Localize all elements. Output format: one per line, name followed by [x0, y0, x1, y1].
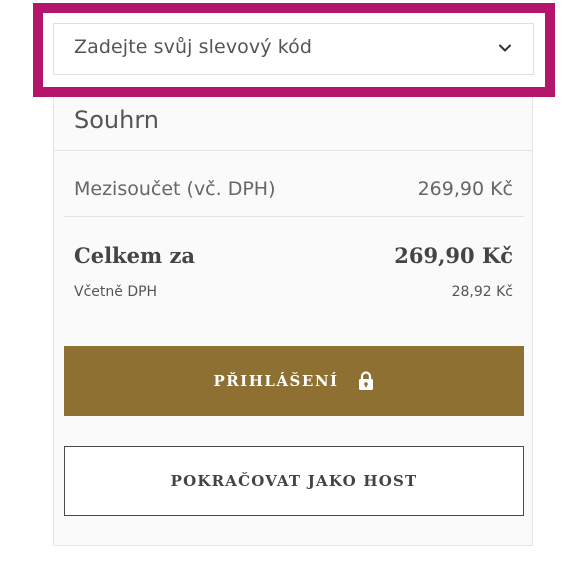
vat-value: 28,92 Kč	[451, 284, 513, 300]
subtotal-label: Mezisoučet (vč. DPH)	[74, 178, 276, 200]
discount-code-dropdown[interactable]: Zadejte svůj slevový kód	[53, 23, 534, 75]
continue-as-guest-button[interactable]: POKRAČOVAT JAKO HOST	[64, 446, 524, 516]
continue-as-guest-label: POKRAČOVAT JAKO HOST	[170, 472, 418, 490]
login-button[interactable]: PŘIHLÁŠENÍ	[64, 346, 524, 416]
chevron-down-icon	[499, 44, 511, 52]
total-value: 269,90 Kč	[394, 243, 513, 268]
vat-label: Včetně DPH	[74, 284, 158, 300]
lock-icon	[358, 371, 373, 390]
summary-divider-subtotal	[64, 216, 524, 217]
summary-title: Souhrn	[74, 106, 159, 134]
discount-code-label: Zadejte svůj slevový kód	[74, 36, 313, 58]
login-button-label: PŘIHLÁŠENÍ	[213, 372, 339, 390]
total-row: Celkem za 269,90 Kč	[74, 243, 513, 268]
vat-row: Včetně DPH 28,92 Kč	[74, 284, 513, 300]
total-label: Celkem za	[74, 243, 196, 268]
subtotal-row: Mezisoučet (vč. DPH) 269,90 Kč	[74, 178, 513, 200]
subtotal-value: 269,90 Kč	[417, 178, 513, 200]
summary-divider-top	[54, 150, 532, 151]
